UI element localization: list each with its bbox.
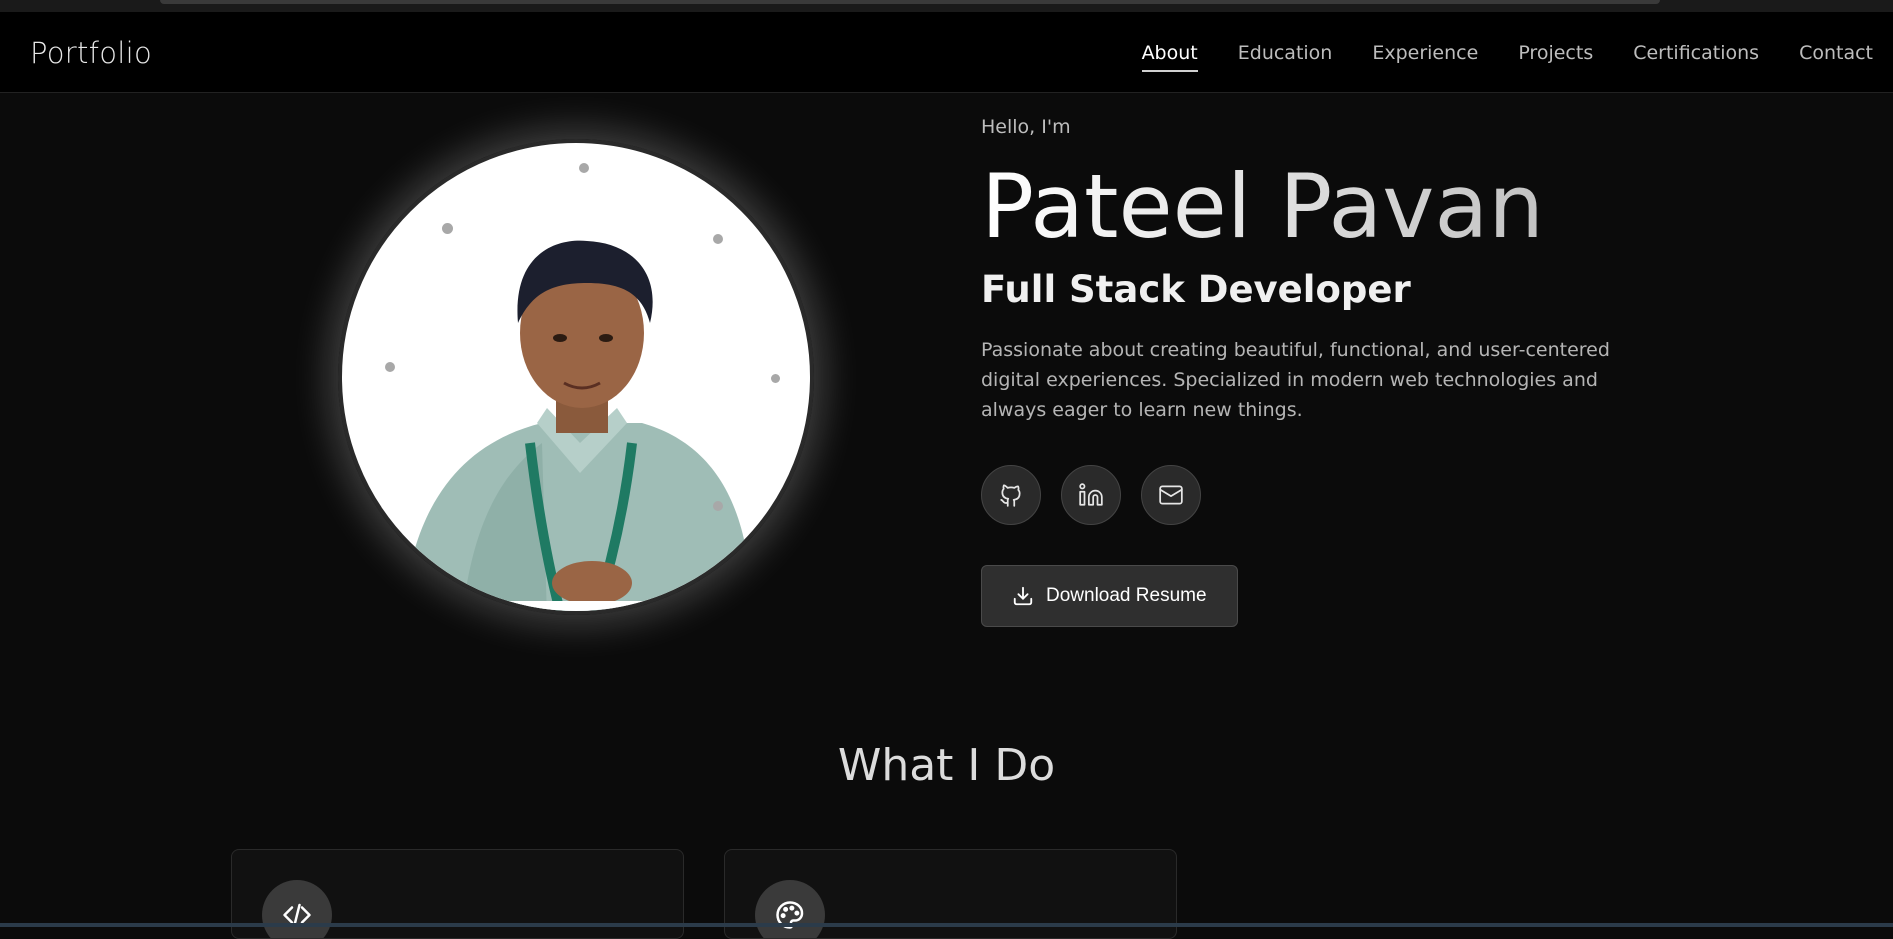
- linkedin-icon: [1079, 483, 1103, 506]
- brand-logo[interactable]: Portfolio: [30, 36, 152, 70]
- download-resume-button[interactable]: Download Resume: [981, 565, 1238, 627]
- profile-photo: [338, 139, 814, 615]
- decor-dot: [579, 163, 589, 173]
- decor-dot: [713, 234, 723, 244]
- decor-dot: [713, 501, 723, 511]
- scroll-indicator: [160, 0, 1660, 4]
- mail-icon: [1159, 485, 1183, 505]
- decor-dot: [771, 374, 780, 383]
- navbar: Portfolio About Education Experience Pro…: [0, 12, 1893, 93]
- hero-bio: Passionate about creating beautiful, fun…: [981, 339, 1610, 421]
- linkedin-link[interactable]: [1061, 465, 1121, 525]
- browser-top-strip: [0, 0, 1893, 12]
- hero-section: Hello, I'm Pateel Pavan Full Stack Devel…: [981, 116, 1641, 627]
- github-link[interactable]: [981, 465, 1041, 525]
- main-nav: About Education Experience Projects Cert…: [1141, 12, 1893, 93]
- card-icon-wrap: [262, 880, 332, 938]
- person-illustration: [342, 240, 810, 611]
- decor-dot: [442, 223, 453, 234]
- nav-item-education[interactable]: Education: [1238, 36, 1333, 70]
- social-links: [981, 465, 1641, 525]
- card-icon-wrap: [755, 880, 825, 938]
- email-link[interactable]: [1141, 465, 1201, 525]
- profile-photo-frame: [338, 139, 814, 615]
- hero-name: Pateel Pavan: [981, 152, 1641, 262]
- what-i-do-title: What I Do: [837, 740, 1056, 791]
- decor-dot: [385, 362, 395, 372]
- window-bottom-edge: [0, 923, 1893, 927]
- nav-item-certifications[interactable]: Certifications: [1633, 36, 1759, 70]
- github-icon: [1000, 484, 1021, 507]
- download-icon: [1013, 586, 1033, 606]
- download-resume-label: Download Resume: [1046, 585, 1207, 606]
- greeting: Hello, I'm: [981, 116, 1071, 138]
- nav-item-contact[interactable]: Contact: [1799, 36, 1873, 70]
- nav-item-experience[interactable]: Experience: [1372, 36, 1478, 70]
- hero-role: Full Stack Developer: [981, 268, 1411, 311]
- nav-item-projects[interactable]: Projects: [1518, 36, 1593, 70]
- nav-item-about[interactable]: About: [1141, 36, 1198, 72]
